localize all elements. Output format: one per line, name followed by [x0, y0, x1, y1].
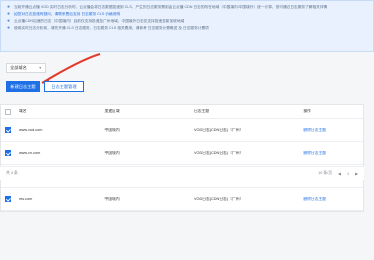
header-domain: 域名 — [18, 109, 27, 113]
row-action-link[interactable]: 删除日志主题 — [303, 128, 363, 133]
next-page-icon[interactable]: ▶ — [355, 171, 358, 176]
table-header: 域名 加速区域 日志主题 操作 — [1, 105, 363, 119]
total-count: 共 4 条 — [6, 171, 18, 175]
notice-line-3: 云点播CDN加速的日志（中国境内）目前仅支持投递至广州地域，中国境外日志仅支持投… — [14, 19, 185, 23]
row-region: 中国境内 — [104, 196, 120, 201]
info-icon: ● — [7, 4, 11, 10]
row-domain: www.vod.com — [18, 128, 43, 132]
notice-line-2[interactable]: 如您对日志投递有疑问，请联系售后支持 日志服务 CLS 价格说明 — [14, 12, 120, 17]
row-region: 中国境内 — [104, 127, 120, 132]
header-action: 操作 — [303, 109, 311, 113]
row-topic: VOD日志(CDN日志)（广州） — [193, 196, 244, 201]
row-checkbox[interactable] — [5, 150, 11, 156]
row-domain: www.cn.com — [18, 151, 41, 155]
table-row: ms.com 中国境内 VOD日志(CDN日志)（广州） 删除日志主题 — [1, 188, 363, 211]
info-icon: ● — [7, 25, 11, 31]
domain-table: 域名 加速区域 日志主题 操作 www.vod.com 中国境内 VOD日志(C… — [0, 104, 364, 212]
pagination: 10 条/页 ◀ 1 ▶ — [318, 171, 358, 176]
row-region: 中国境内 — [104, 150, 120, 155]
table-row: www.cn.com 中国境内 VOD日志(CDN日志)（广州） 删除日志主题 — [1, 142, 363, 165]
manage-log-topic-button[interactable]: 日志主题管理 — [44, 81, 84, 92]
create-log-topic-button[interactable]: 新建日志主题 — [6, 81, 40, 92]
row-action-link[interactable]: 删除日志主题 — [303, 197, 363, 202]
row-topic: VOD日志(CDN日志)（广州） — [193, 150, 244, 155]
row-checkbox[interactable] — [5, 127, 11, 133]
header-topic: 日志主题 — [193, 109, 210, 113]
table-footer: 共 4 条 10 条/页 ◀ 1 ▶ — [0, 166, 364, 180]
table-row: www.vod.com 中国境内 VOD日志(CDN日志)（广州） 删除日志主题 — [1, 119, 363, 142]
page-size-select[interactable]: 10 条/页 — [318, 171, 332, 176]
prev-page-icon[interactable]: ◀ — [338, 171, 341, 176]
current-page: 1 — [346, 171, 350, 176]
select-all-checkbox[interactable] — [5, 108, 11, 115]
notice-line-1: 当前开通云点播 VOD 实时日志分析时，云点播会将日志数据投递到 CLS，产生的… — [14, 5, 328, 9]
row-action-link[interactable]: 删除日志主题 — [303, 151, 363, 156]
row-topic: VOD日志(CDN日志)（广州） — [193, 127, 244, 132]
header-region: 加速区域 — [104, 109, 120, 113]
domain-filter-value: 全部域名 — [10, 65, 27, 70]
notice-line-4: 使用实时日志分析前，请先开通 CLS 日志服务，日志服务 CLS 相关费用，请参… — [14, 26, 209, 30]
row-checkbox[interactable] — [5, 196, 11, 202]
info-icon: ● — [7, 11, 11, 17]
info-notice: ● 当前开通云点播 VOD 实时日志分析时，云点播会将日志数据投递到 CLS，产生… — [0, 0, 374, 52]
row-domain: ms.com — [18, 197, 33, 201]
info-icon: ● — [7, 18, 11, 24]
